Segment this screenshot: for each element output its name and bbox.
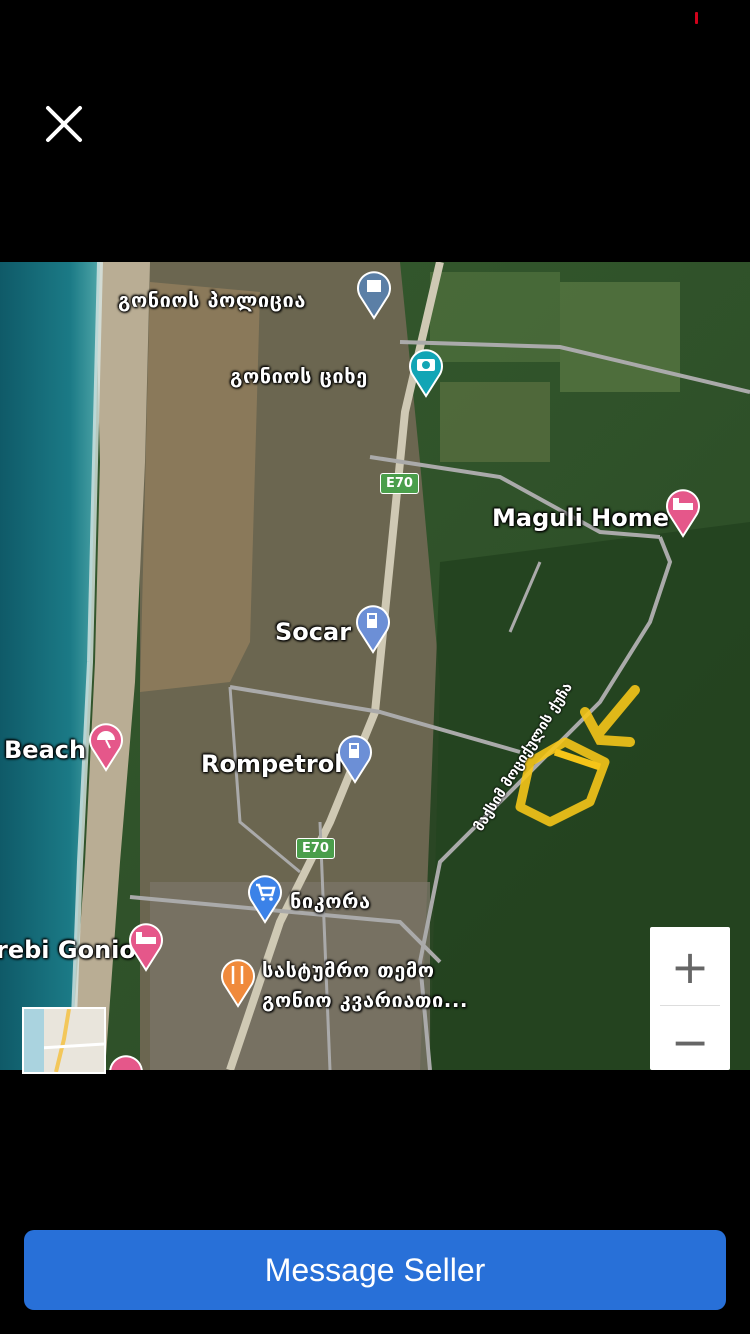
- beach-pin[interactable]: [86, 720, 126, 772]
- place-label-beach: Beach: [4, 736, 87, 764]
- close-icon: [46, 106, 82, 142]
- rebi-gonio-pin[interactable]: [126, 920, 166, 972]
- place-label-socar: Socar: [275, 618, 352, 646]
- place-label-rompetrol: Rompetrol: [201, 750, 343, 778]
- road-shield-e70: E70: [296, 838, 335, 859]
- fuel-icon: [338, 735, 372, 784]
- police-icon: [357, 271, 391, 320]
- zoom-divider: [660, 1005, 720, 1006]
- fuel-icon: [356, 605, 390, 654]
- place-label-maguli-home: Maguli Home: [492, 504, 670, 532]
- nikora-pin[interactable]: [245, 872, 285, 924]
- hotel-icon: [666, 489, 700, 538]
- place-label-nikora: ნიკორა: [290, 889, 371, 913]
- restaurant-pin[interactable]: [218, 956, 258, 1008]
- status-indicator: [695, 12, 698, 24]
- rompetrol-pin[interactable]: [335, 732, 375, 784]
- place-label-gonio-police: გონიოს პოლიცია: [118, 288, 306, 312]
- message-seller-button[interactable]: Message Seller: [24, 1230, 726, 1310]
- beach-umbrella-icon: [89, 723, 123, 772]
- map-photo[interactable]: გონიოს პოლიცია გონიოს ციხე E70 Maguli Ho…: [0, 262, 750, 1070]
- close-button[interactable]: [38, 98, 90, 150]
- shopping-cart-icon: [248, 875, 282, 924]
- place-label-hotel-temo-line2: გონიო კვარიათი...: [262, 988, 469, 1012]
- place-label-gonio-fortress: გონიოს ციხე: [230, 364, 368, 388]
- partial-hotel-pin[interactable]: [106, 1052, 146, 1070]
- road-shield-e70: E70: [380, 473, 419, 494]
- camera-icon: [409, 349, 443, 398]
- hotel-icon: [109, 1055, 143, 1070]
- zoom-out-button[interactable]: −: [650, 1007, 730, 1077]
- zoom-control: + −: [650, 927, 730, 1070]
- zoom-in-button[interactable]: +: [650, 932, 730, 1002]
- maguli-home-pin[interactable]: [663, 486, 703, 538]
- hotel-icon: [129, 923, 163, 972]
- map-layer-toggle[interactable]: [22, 1007, 106, 1074]
- photo-viewer-screen: გონიოს პოლიცია გონიოს ციხე E70 Maguli Ho…: [0, 0, 750, 1334]
- map-layer-thumbnail-icon: [24, 1009, 104, 1072]
- socar-pin[interactable]: [353, 602, 393, 654]
- fortress-pin[interactable]: [406, 346, 446, 398]
- place-label-rebi-gonio: rebi Gonio: [0, 936, 136, 964]
- place-label-hotel-temo-line1: სასტუმრო თემო: [262, 958, 435, 982]
- restaurant-icon: [221, 959, 255, 1008]
- police-pin[interactable]: [354, 268, 394, 320]
